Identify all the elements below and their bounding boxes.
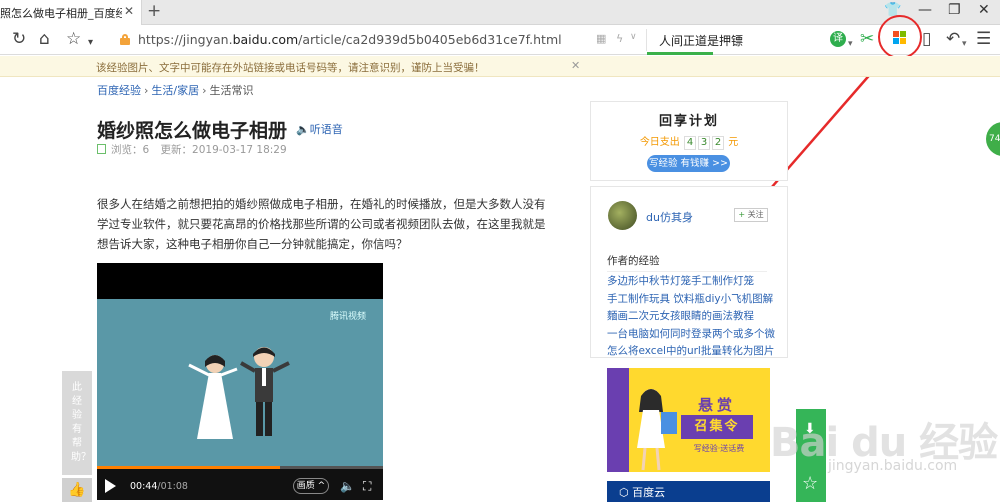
volume-icon[interactable]: 🔈 <box>340 479 355 493</box>
video-brand-logo: 腾讯视频 <box>330 312 367 322</box>
girl-illustration <box>637 389 677 471</box>
reward-banner[interactable]: 悬赏 召集令 写经验·送话费 <box>607 368 770 472</box>
divider <box>607 271 767 272</box>
favorite-star-icon[interactable]: ☆ <box>802 473 818 494</box>
article-title: 婚纱照怎么做电子相册 <box>97 120 288 142</box>
fullscreen-icon[interactable]: ⛶ <box>363 479 371 494</box>
list-item[interactable]: 一台电脑如何同时登录两个或多个微 <box>607 326 783 344</box>
plan-title: 回享计划 <box>658 114 719 129</box>
list-item[interactable]: 麵画二次元女孩眼睛的画法教程 <box>607 308 783 326</box>
list-item[interactable]: 多边形中秋节灯笼手工制作灯笼 <box>607 273 783 291</box>
breadcrumb-category-link[interactable]: 生活/家居 <box>151 84 199 97</box>
play-icon[interactable] <box>105 479 116 493</box>
write-experience-button[interactable]: 写经验 有钱赚 >> <box>647 155 730 172</box>
author-experiences-heading: 作者的经验 <box>607 255 660 267</box>
breadcrumb: 百度经验 › 生活/家居 › 生活常识 <box>97 84 254 97</box>
baidu-cloud-banner[interactable]: ⬡ 百度云 <box>607 481 770 502</box>
banner2-text: ⬡ 百度云 <box>619 486 666 499</box>
current-time: 00:44 <box>130 481 158 492</box>
video-controls: 00:44/01:08 画质 ^ 🔈 ⛶ <box>97 466 383 500</box>
duration: 01:08 <box>160 481 188 492</box>
video-frame[interactable]: 腾讯视频 <box>97 299 383 475</box>
author-card: du仿其身 + 关注 作者的经验 多边形中秋节灯笼手工制作灯笼 手工制作玩具 饮… <box>590 186 788 358</box>
thumbs-up-icon[interactable]: 👍 <box>62 478 92 502</box>
notice-close-icon[interactable]: ✕ <box>571 59 580 72</box>
updated-date: 2019-03-17 18:29 <box>192 144 287 156</box>
quality-button[interactable]: 画质 ^ <box>293 478 329 494</box>
banner-caption: 写经验·送话费 <box>693 444 745 453</box>
experience-list: 多边形中秋节灯笼手工制作灯笼 手工制作玩具 饮料瓶diy小飞机图解 麵画二次元女… <box>607 273 783 361</box>
breadcrumb-home-link[interactable]: 百度经验 <box>97 84 141 97</box>
watermark-url: jingyan.baidu.com <box>828 458 958 474</box>
plan-card: 回享计划 今日支出 432 元 写经验 有钱赚 >> <box>590 101 788 181</box>
list-item[interactable]: 手工制作玩具 饮料瓶diy小飞机图解 <box>607 291 783 309</box>
video-progress-bar[interactable] <box>97 466 383 469</box>
author-name[interactable]: du仿其身 <box>646 209 693 225</box>
avatar[interactable] <box>608 201 637 230</box>
video-time: 00:44/01:08 <box>130 481 188 492</box>
listen-label: 听语音 <box>309 123 343 136</box>
original-badge-icon <box>97 144 106 154</box>
breadcrumb-current: 生活常识 <box>209 84 254 97</box>
wedding-cartoon-illustration <box>188 347 290 439</box>
article-intro: 很多人在结婚之前想把拍的婚纱照做成电子相册，在婚礼的时候播放，但是大多数人没有学… <box>97 197 546 251</box>
warning-notice: 该经验图片、文字中可能存在外站链接或电话号码等，请注意识别，谨防上当受骗！ ✕ <box>0 56 1000 77</box>
notice-text: 该经验图片、文字中可能存在外站链接或电话号码等，请注意识别，谨防上当受骗！ <box>96 62 485 74</box>
follow-button[interactable]: + 关注 <box>734 208 768 222</box>
list-item[interactable]: 怎么将excel中的url批量转化为图片 <box>607 343 783 361</box>
article-meta: 浏览：6 更新：2019-03-17 18:29 <box>97 142 287 157</box>
banner-subtitle: 召集令 <box>681 415 753 439</box>
plan-stat: 今日支出 432 元 <box>639 136 739 150</box>
helpful-label: 此经验有帮助？ <box>71 382 91 463</box>
helpful-vote-panel: 此经验有帮助？ <box>62 371 92 475</box>
listen-audio-button[interactable]: 🔈听语音 <box>296 121 343 137</box>
view-count: 6 <box>142 144 150 156</box>
speaker-icon: 🔈 <box>296 123 310 136</box>
banner-title: 悬赏 <box>697 396 736 414</box>
video-player[interactable]: 腾讯视频 00:44/01:08 画质 ^ 🔈 ⛶ <box>97 263 383 500</box>
